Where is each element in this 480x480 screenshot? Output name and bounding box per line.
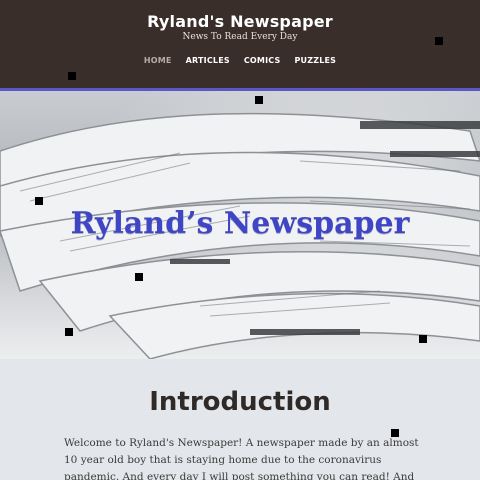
hero-banner: Ryland’s Newspaper xyxy=(0,91,480,359)
nav-home[interactable]: HOME xyxy=(144,56,172,68)
artifact-dot xyxy=(135,273,143,281)
hero-title: Ryland’s Newspaper xyxy=(70,206,410,241)
artifact-dot xyxy=(65,328,73,336)
nav-puzzles[interactable]: PUZZLES xyxy=(294,56,336,68)
artifact-dot xyxy=(255,96,263,104)
artifact-dot xyxy=(435,37,443,45)
intro-heading: Introduction xyxy=(149,387,331,417)
artifact-dot xyxy=(35,197,43,205)
site-title[interactable]: Ryland's Newspaper xyxy=(0,12,480,31)
artifact-dot xyxy=(68,72,76,80)
site-tagline: News To Read Every Day xyxy=(182,32,298,42)
intro-paragraph: Welcome to Ryland's Newspaper! A newspap… xyxy=(64,437,419,480)
artifact-dot xyxy=(419,335,427,343)
artifact-dot xyxy=(391,429,399,437)
introduction-section: Introduction Welcome to Ryland's Newspap… xyxy=(0,359,480,480)
